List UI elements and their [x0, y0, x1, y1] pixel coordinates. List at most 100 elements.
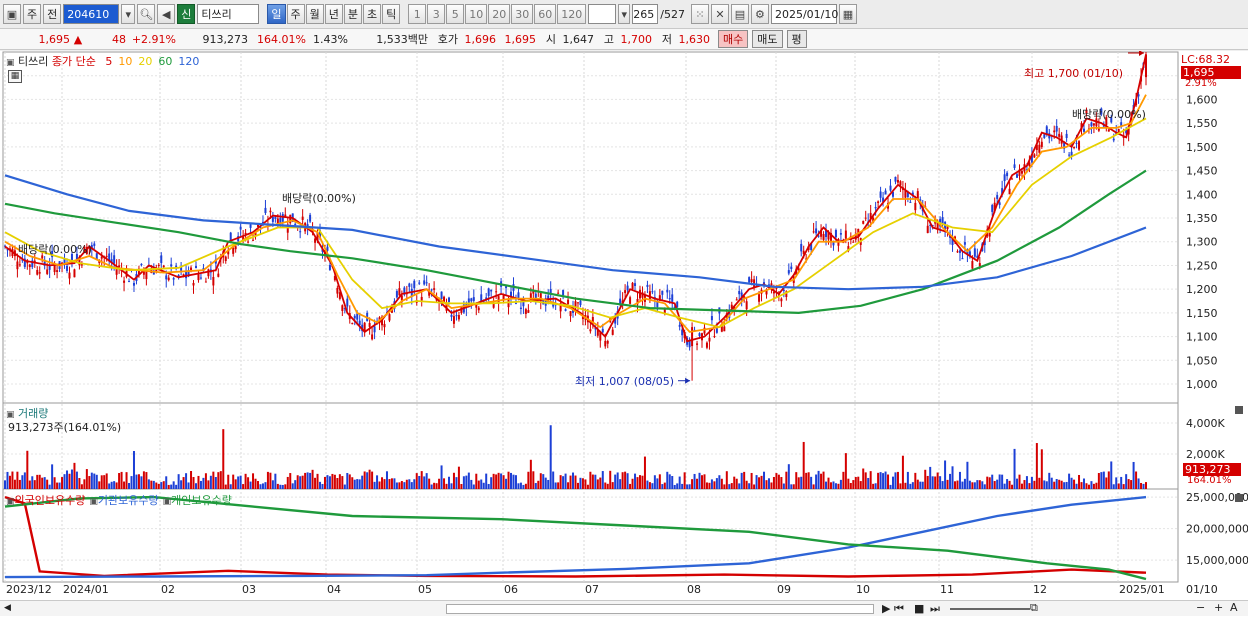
stop-icon[interactable]: ■	[914, 602, 924, 615]
scroll-left-icon[interactable]: ◀	[4, 603, 11, 613]
volume-bar	[1125, 474, 1128, 489]
period-tab-3[interactable]: 년	[324, 4, 343, 24]
minute-option-5[interactable]: 30	[511, 4, 534, 24]
volume-bar	[182, 477, 185, 489]
volume-bar	[395, 482, 398, 489]
stock-name-field[interactable]: 티쓰리	[197, 4, 260, 24]
mode-button-1[interactable]: 주	[23, 4, 42, 24]
candle-body	[691, 327, 694, 347]
buy-button[interactable]: 매수	[718, 30, 749, 48]
rewind-icon[interactable]: ⏮	[894, 602, 904, 616]
candle-body	[569, 311, 572, 317]
minute-option-7[interactable]: 120	[557, 4, 587, 24]
candle-body	[229, 232, 232, 241]
volume-bar	[849, 483, 852, 489]
volume-bar	[326, 475, 329, 489]
volume-bar	[1117, 483, 1120, 489]
volume-bar	[61, 477, 64, 489]
volume-bar	[31, 476, 34, 489]
volume-bar	[755, 475, 758, 489]
volume-bar	[202, 477, 205, 489]
crosshair-icon[interactable]: ✕	[710, 4, 729, 24]
candle-body	[914, 202, 917, 211]
scroll-right-icon[interactable]: ▶	[882, 602, 890, 615]
volume-bar	[760, 475, 763, 489]
volume-bar	[197, 475, 200, 489]
volume-bar	[38, 474, 41, 489]
grid-icon[interactable]: ⁙	[690, 4, 709, 24]
price-tick-label: 1,500	[1186, 141, 1218, 154]
volume-bar	[328, 476, 331, 489]
minute-option-2[interactable]: 5	[446, 4, 465, 24]
scroll-thumb[interactable]	[446, 604, 874, 614]
chart-settings-icon[interactable]: ▦	[8, 70, 22, 83]
period-tab-0[interactable]: 일	[267, 4, 286, 24]
layout-icon[interactable]: ⧉	[1030, 601, 1038, 615]
chevron-down-icon[interactable]: ▾	[121, 4, 136, 24]
volume-bar	[564, 473, 567, 489]
period-tab-5[interactable]: 초	[363, 4, 382, 24]
volume-bar	[232, 474, 235, 489]
search-icon[interactable]: 🔍︎	[137, 4, 156, 24]
volume-bar	[879, 472, 882, 489]
chart-canvas[interactable]: 1,6501,6001,5501,5001,4501,4001,3501,300…	[0, 51, 1248, 621]
period-tab-2[interactable]: 월	[305, 4, 324, 24]
eval-button[interactable]: 평	[786, 30, 807, 48]
minute-option-1[interactable]: 3	[427, 4, 446, 24]
volume-bar	[1001, 474, 1004, 489]
horizontal-scrollbar[interactable]: ◀	[0, 600, 880, 616]
minute-option-3[interactable]: 10	[465, 4, 488, 24]
zoom-in-icon[interactable]: +	[1214, 601, 1223, 614]
volume-bar	[222, 429, 225, 489]
candle-body	[1107, 129, 1110, 132]
candle-body	[579, 300, 582, 306]
holdings-tick-label: 20,000,000	[1186, 523, 1248, 536]
speaker-icon[interactable]: ◀	[157, 4, 176, 24]
candle-body	[862, 220, 865, 224]
text-tool-icon[interactable]: A	[1230, 601, 1238, 614]
minute-custom-input[interactable]	[588, 4, 617, 24]
period-tab-4[interactable]: 분	[343, 4, 362, 24]
minute-option-0[interactable]: 1	[408, 4, 427, 24]
date-input[interactable]: 2025/01/10	[770, 4, 838, 24]
calendar-icon[interactable]: ▦	[838, 4, 857, 24]
period-tab-6[interactable]: 틱	[382, 4, 401, 24]
gear-icon[interactable]: ⚙	[750, 4, 769, 24]
candle-body	[1090, 122, 1093, 127]
speed-slider[interactable]	[950, 608, 1030, 610]
bid-price: 1,695	[504, 32, 537, 46]
volume-bar	[1045, 481, 1048, 489]
panel-close-icon[interactable]	[1235, 406, 1243, 414]
volume-bar	[336, 478, 339, 489]
volume-bar	[621, 472, 624, 489]
mode-button-2[interactable]: 전	[43, 4, 62, 24]
volume-bar	[1082, 478, 1085, 489]
candle-body	[648, 291, 651, 300]
candle-body	[1065, 133, 1068, 138]
volume-bar	[519, 482, 522, 489]
chevron-down-icon[interactable]: ▾	[618, 4, 631, 24]
volume-bar	[988, 477, 991, 489]
bar-count-input[interactable]: 265	[632, 4, 659, 24]
legend-marker-icon: ▣	[162, 497, 172, 507]
candle-body	[204, 281, 207, 283]
zoom-out-icon[interactable]: −	[1196, 601, 1205, 614]
panel-close-icon[interactable]	[1235, 494, 1243, 502]
period-tab-1[interactable]: 주	[286, 4, 305, 24]
fast-forward-icon[interactable]: ⏭	[930, 602, 940, 616]
save-icon[interactable]: ▤	[730, 4, 749, 24]
stock-code-input[interactable]: 204610	[63, 4, 120, 24]
volume-bar	[572, 472, 575, 489]
chart-area[interactable]: 1,6501,6001,5501,5001,4501,4001,3501,300…	[0, 51, 1248, 621]
volume-bar	[1102, 471, 1105, 489]
volume-bar	[41, 477, 44, 489]
volume-bar	[279, 484, 282, 489]
sell-button[interactable]: 매도	[752, 30, 783, 48]
chart-menu-icon[interactable]: ▣	[3, 4, 21, 24]
volume-bar	[78, 478, 81, 489]
candle-body	[864, 217, 867, 219]
volume-bar	[192, 477, 195, 489]
minute-option-4[interactable]: 20	[488, 4, 511, 24]
minute-option-6[interactable]: 60	[534, 4, 557, 24]
volume-bar	[696, 478, 699, 489]
